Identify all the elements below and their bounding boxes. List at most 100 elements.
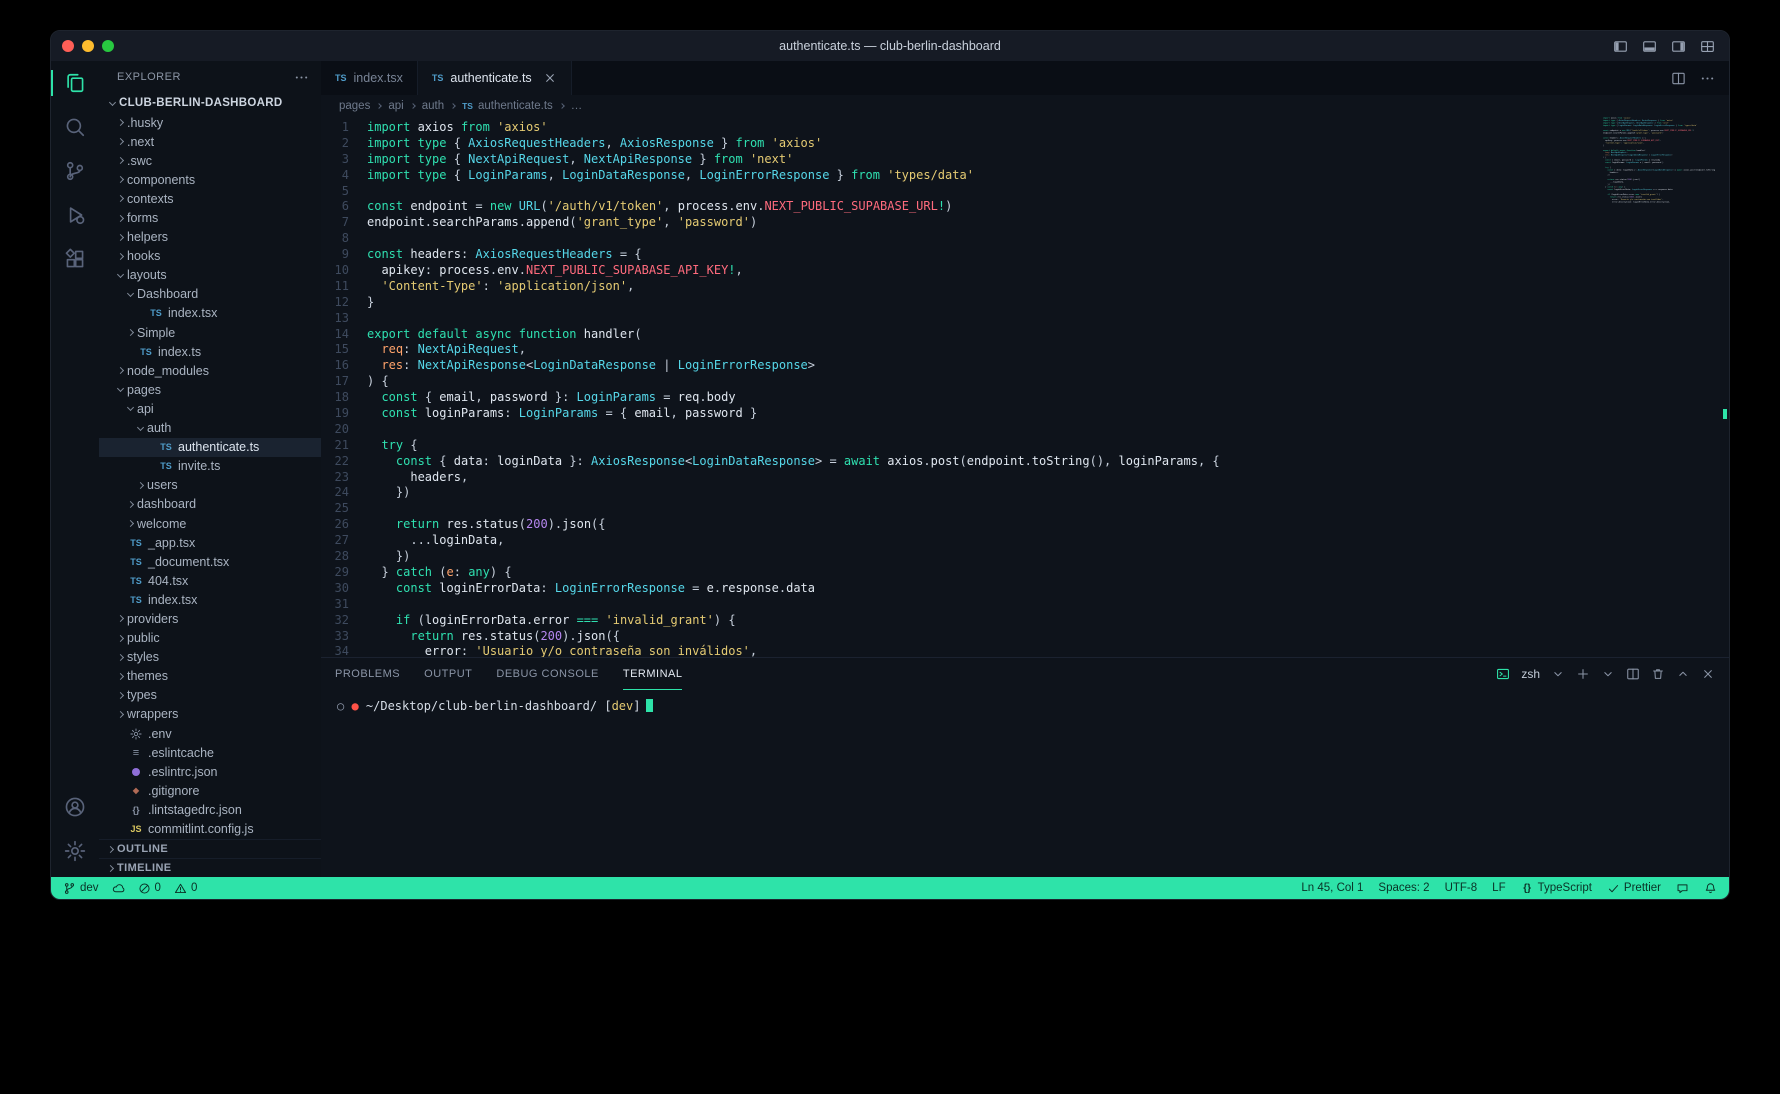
tree-file-.lintstagedrc.json[interactable]: {} .lintstagedrc.json [99,800,321,819]
code-line[interactable]: 25 [321,501,1599,517]
tree-folder-components[interactable]: components [99,170,321,189]
code-line[interactable]: 27 ...loginData, [321,533,1599,549]
code-line[interactable]: 21 try { [321,438,1599,454]
split-editor-icon[interactable] [1671,71,1686,86]
status-eol[interactable]: LF [1492,882,1505,894]
tree-file-index.ts[interactable]: TS index.ts [99,342,321,361]
code-line[interactable]: 18 const { email, password }: LoginParam… [321,390,1599,406]
code-line[interactable]: 12} [321,295,1599,311]
code-line[interactable]: 3 import type { NextApiRequest, NextApiRe… [321,152,1599,168]
tree-folder-helpers[interactable]: helpers [99,228,321,247]
tree-folder-pages[interactable]: pages [99,380,321,399]
code-line[interactable]: 33 return res.status(200).json({ [321,629,1599,645]
new-terminal-icon[interactable] [1576,667,1590,681]
tree-folder-public[interactable]: public [99,629,321,648]
code-line[interactable]: 24 }) [321,485,1599,501]
close-icon[interactable] [543,71,557,85]
status-warnings[interactable]: 0 [174,882,197,895]
tree-folder-Dashboard[interactable]: Dashboard [99,285,321,304]
status-language-mode[interactable]: {} TypeScript [1521,882,1592,895]
code-line[interactable]: 34 error: 'Usuario y/o contraseña son in… [321,644,1599,657]
status-formatter[interactable]: Prettier [1607,882,1661,895]
activity-accounts[interactable] [51,785,99,829]
code-line[interactable]: 17) { [321,374,1599,390]
code-line[interactable]: 32 if (loginErrorData.error === 'invalid… [321,613,1599,629]
panel-tab-output[interactable]: OUTPUT [424,658,472,690]
code-line[interactable]: 26 return res.status(200).json({ [321,517,1599,533]
kill-terminal-icon[interactable] [1651,667,1665,681]
tree-folder-welcome[interactable]: welcome [99,514,321,533]
activity-extensions[interactable] [51,237,99,281]
tree-folder-Simple[interactable]: Simple [99,323,321,342]
terminal[interactable]: ○ ● ~/Desktop/club-berlin-dashboard/ [de… [321,690,1729,877]
activity-search[interactable] [51,105,99,149]
status-publish-branch[interactable] [112,882,125,895]
tree-folder-dashboard[interactable]: dashboard [99,495,321,514]
layout-sidebar-left-icon[interactable] [1613,39,1628,54]
tree-file-index.tsx[interactable]: TS index.tsx [99,590,321,609]
tab-index.tsx[interactable]: TS index.tsx [321,61,418,95]
code-line[interactable]: 28 }) [321,549,1599,565]
tree-file-_document.tsx[interactable]: TS _document.tsx [99,552,321,571]
status-cursor-position[interactable]: Ln 45, Col 1 [1301,882,1363,894]
status-branch[interactable]: dev [63,882,99,895]
tree-folder-providers[interactable]: providers [99,609,321,628]
tree-folder-.husky[interactable]: .husky [99,113,321,132]
breadcrumb-item-…[interactable]: … [571,100,583,112]
tree-folder-forms[interactable]: forms [99,208,321,227]
project-root-row[interactable]: CLUB-BERLIN-DASHBOARD [99,93,321,113]
close-panel-icon[interactable] [1701,667,1715,681]
code-line[interactable]: 4 import type { LoginParams, LoginDataRes… [321,168,1599,184]
code-line[interactable]: 11 'Content-Type': 'application/json', [321,279,1599,295]
panel-tab-problems[interactable]: PROBLEMS [335,658,400,690]
new-terminal-chevron-icon[interactable] [1601,667,1615,681]
section-outline[interactable]: OUTLINE [99,839,321,858]
code-line[interactable]: 6 const endpoint = new URL('/auth/v1/toke… [321,199,1599,215]
layout-sidebar-right-icon[interactable] [1671,39,1686,54]
breadcrumb-item-auth[interactable]: auth [422,100,444,112]
tree-folder-.next[interactable]: .next [99,132,321,151]
code-line[interactable]: 1 import axios from 'axios' [321,120,1599,136]
code-line[interactable]: 2 import type { AxiosRequestHeaders, Axio… [321,136,1599,152]
layout-panel-icon[interactable] [1642,39,1657,54]
tab-authenticate.ts[interactable]: TS authenticate.ts [417,61,572,95]
activity-settings[interactable] [51,829,99,873]
activity-explorer[interactable] [51,61,99,105]
breadcrumb-item-authenticate.ts[interactable]: TS authenticate.ts [462,100,553,112]
code-line[interactable]: 19 const loginParams: LoginParams = { em… [321,406,1599,422]
tree-file-invite.ts[interactable]: TS invite.ts [99,457,321,476]
status-notifications[interactable] [1704,882,1717,895]
tree-folder-.swc[interactable]: .swc [99,151,321,170]
tree-folder-api[interactable]: api [99,399,321,418]
code-line[interactable]: 29 } catch (e: any) { [321,565,1599,581]
tree-folder-layouts[interactable]: layouts [99,266,321,285]
editor-scrollbar[interactable] [1717,117,1729,657]
layout-grid-icon[interactable] [1700,39,1715,54]
tree-folder-wrappers[interactable]: wrappers [99,705,321,724]
code-line[interactable]: 10 apikey: process.env.NEXT_PUBLIC_SUPAB… [321,263,1599,279]
shell-label[interactable]: zsh [1521,667,1540,681]
activity-run-debug[interactable] [51,193,99,237]
editor[interactable]: 1 import axios from 'axios' 2 import type {… [321,117,1729,657]
status-indentation[interactable]: Spaces: 2 [1378,882,1429,894]
code-line[interactable]: 31 [321,597,1599,613]
tree-folder-hooks[interactable]: hooks [99,247,321,266]
profile-chevron-icon[interactable] [1551,667,1565,681]
tree-file-_app.tsx[interactable]: TS _app.tsx [99,533,321,552]
minimize-window-button[interactable] [82,40,94,52]
code-line[interactable]: 14 export default async function handler( [321,327,1599,343]
tree-folder-users[interactable]: users [99,476,321,495]
breadcrumb-item-api[interactable]: api [388,100,403,112]
status-encoding[interactable]: UTF-8 [1445,882,1478,894]
tree-file-.eslintrc.json[interactable]: .eslintrc.json [99,762,321,781]
panel-tab-terminal[interactable]: TERMINAL [622,658,683,690]
tree-file-index.tsx[interactable]: TS index.tsx [99,304,321,323]
code-line[interactable]: 5 [321,184,1599,200]
tree-folder-types[interactable]: types [99,686,321,705]
tree-folder-themes[interactable]: themes [99,667,321,686]
split-terminal-icon[interactable] [1626,667,1640,681]
code-line[interactable]: 7 endpoint.searchParams.append('grant_typ… [321,215,1599,231]
activity-source-control[interactable] [51,149,99,193]
tree-file-.eslintcache[interactable]: ≡ .eslintcache [99,743,321,762]
section-timeline[interactable]: TIMELINE [99,858,321,877]
